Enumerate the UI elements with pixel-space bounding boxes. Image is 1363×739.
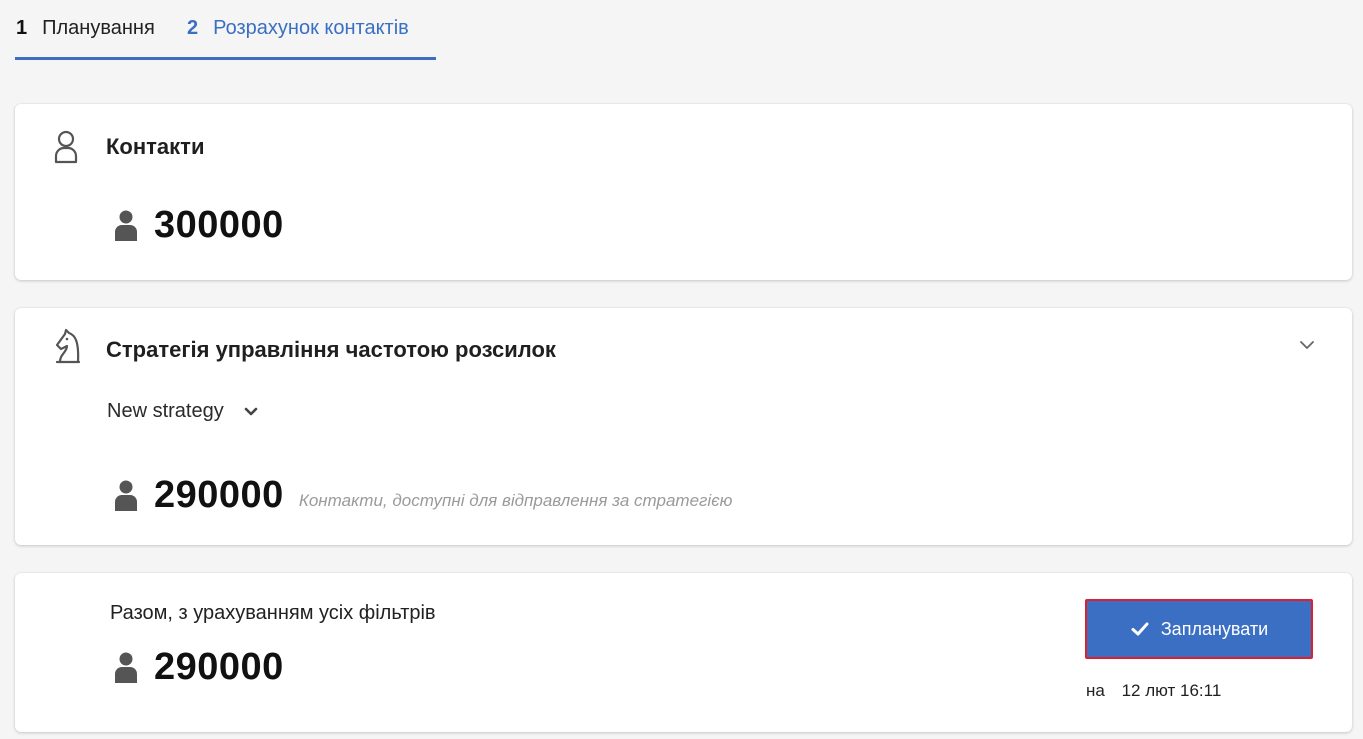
total-card: Разом, з урахуванням усіх фільтрів 29000… (15, 573, 1352, 732)
total-count-row: 290000 (115, 646, 284, 689)
total-count: 290000 (154, 646, 284, 688)
contacts-count: 300000 (154, 204, 284, 246)
schedule-date: на 12 лют 16:11 (1086, 681, 1221, 701)
chess-knight-icon (53, 328, 83, 369)
contacts-card: Контакти 300000 (15, 104, 1352, 280)
person-icon (115, 652, 137, 683)
check-icon (1131, 622, 1149, 636)
schedule-button[interactable]: Запланувати (1085, 599, 1313, 659)
strategy-selected-value: New strategy (107, 400, 224, 422)
strategy-count-row: 290000 Контакти, доступні для відправлен… (115, 474, 732, 517)
tab-planning[interactable]: 1 Планування (15, 0, 186, 60)
contact-calculation-page: 1 Планування 2 Розрахунок контактів Конт… (0, 0, 1363, 739)
contacts-count-row: 300000 (115, 204, 284, 247)
person-icon (115, 480, 137, 511)
strategy-count-note: Контакти, доступні для відправлення за с… (298, 490, 733, 510)
tab-step-number: 1 (16, 17, 28, 39)
strategy-card: Стратегія управління частотою розсилок N… (15, 308, 1352, 545)
schedule-date-prefix: на (1086, 681, 1105, 700)
stepper-tabs: 1 Планування 2 Розрахунок контактів (15, 0, 436, 62)
tab-contact-calculation[interactable]: 2 Розрахунок контактів (186, 0, 436, 60)
contact-outline-icon (53, 130, 79, 169)
chevron-down-icon (244, 407, 258, 415)
strategy-select[interactable]: New strategy (107, 400, 259, 423)
tab-label: Планування (42, 17, 155, 39)
person-icon (115, 210, 137, 241)
strategy-count: 290000 (154, 474, 284, 516)
total-label: Разом, з урахуванням усіх фільтрів (110, 602, 436, 624)
tab-step-number: 2 (187, 17, 199, 39)
chevron-down-icon[interactable] (1298, 336, 1316, 354)
card-title: Контакти (106, 134, 205, 159)
card-title: Стратегія управління частотою розсилок (106, 337, 556, 362)
tab-label: Розрахунок контактів (213, 17, 409, 39)
schedule-date-value: 12 лют 16:11 (1121, 681, 1222, 700)
schedule-button-label: Запланувати (1160, 618, 1269, 639)
